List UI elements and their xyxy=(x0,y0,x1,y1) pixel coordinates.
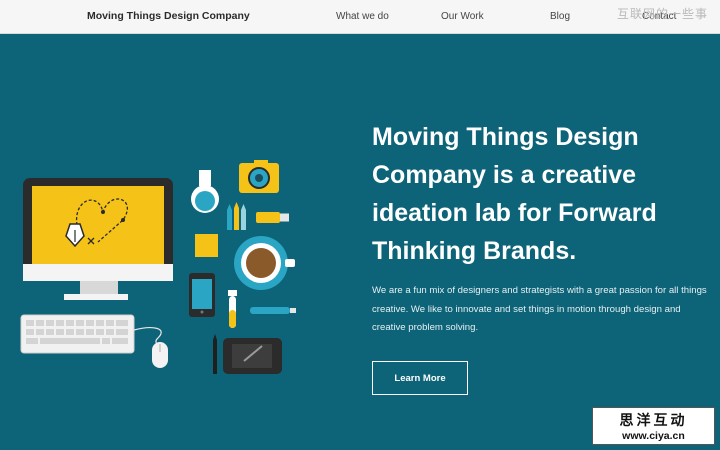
brand-logo-text[interactable]: Moving Things Design Company xyxy=(87,10,250,22)
watermark-badge-chinese: 思洋互动 xyxy=(619,413,688,429)
keyboard-icon xyxy=(20,314,135,354)
hero-illustration xyxy=(20,160,296,374)
phone-icon xyxy=(189,273,215,317)
sticky-note-icon xyxy=(195,234,218,257)
hero-headline: Moving Things Design Company is a creati… xyxy=(372,123,657,265)
nav-link-our-work[interactable]: Our Work xyxy=(441,11,484,22)
watermark-badge-url: www.ciya.cn xyxy=(622,430,685,442)
watermark-badge: 思洋互动 www.ciya.cn xyxy=(592,407,715,445)
hero-description: We are a fun mix of designers and strate… xyxy=(372,285,707,333)
coffee-cup-icon xyxy=(234,236,295,290)
watermark-top-text: 互联网的一些事 xyxy=(617,7,709,21)
test-tube-icon xyxy=(228,290,237,328)
mouse-icon xyxy=(133,327,168,368)
stylus-icon xyxy=(213,334,217,374)
usb-stick-icon xyxy=(256,212,289,223)
learn-more-button[interactable]: Learn More xyxy=(372,361,468,395)
marker-icon xyxy=(250,307,296,314)
nav-link-what-we-do[interactable]: What we do xyxy=(336,11,389,22)
nav-link-blog[interactable]: Blog xyxy=(550,11,570,22)
flask-icon xyxy=(191,170,219,213)
camera-icon xyxy=(239,160,279,193)
top-nav: Moving Things Design Company What we do … xyxy=(0,0,720,34)
crayons-icon xyxy=(227,202,246,230)
drawing-tablet-icon xyxy=(223,338,282,374)
monitor-icon xyxy=(23,178,173,300)
